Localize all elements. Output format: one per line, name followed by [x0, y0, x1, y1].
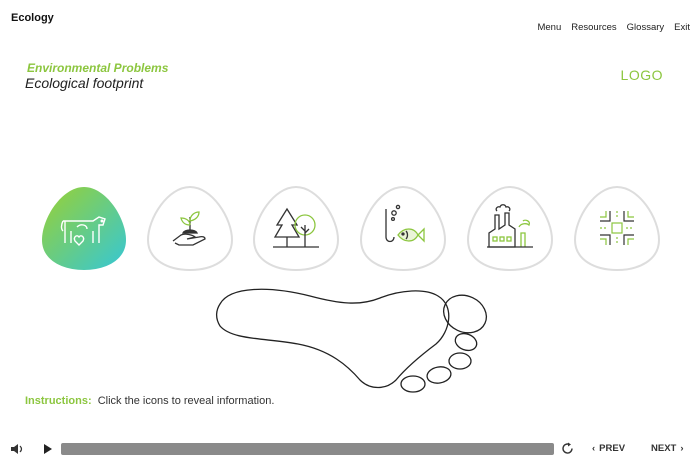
- next-button[interactable]: NEXT ›: [651, 443, 684, 454]
- glossary-link[interactable]: Glossary: [627, 22, 664, 33]
- plant-button[interactable]: [146, 184, 234, 272]
- fishing-icon: [385, 204, 425, 243]
- player-bar: ‹ PREV NEXT ›: [0, 438, 700, 460]
- section-subtitle: Environmental Problems: [27, 61, 169, 75]
- roads-button[interactable]: [573, 184, 661, 272]
- next-label: NEXT: [651, 443, 677, 454]
- instructions-text: Click the icons to reveal information.: [97, 395, 275, 407]
- plant-in-hand-icon: [172, 211, 206, 246]
- prev-button[interactable]: ‹ PREV: [592, 443, 625, 454]
- play-icon[interactable]: [43, 443, 53, 455]
- top-nav: Menu Resources Glossary Exit: [537, 22, 690, 33]
- progress-bar[interactable]: [61, 443, 554, 455]
- menu-link[interactable]: Menu: [537, 22, 561, 33]
- forest-icon: [273, 207, 319, 248]
- instructions: Instructions: Click the icons to reveal …: [25, 395, 274, 407]
- livestock-icon: [60, 216, 106, 246]
- fishing-button[interactable]: [359, 184, 447, 272]
- road-intersection-icon: [600, 211, 634, 245]
- factory-button[interactable]: [466, 184, 554, 272]
- course-title: Ecology: [11, 12, 54, 24]
- resources-link[interactable]: Resources: [571, 22, 616, 33]
- page-title: Ecological footprint: [25, 75, 144, 91]
- forest-button[interactable]: [252, 184, 340, 272]
- logo: LOGO: [620, 67, 663, 83]
- instructions-label: Instructions:: [25, 395, 92, 407]
- exit-link[interactable]: Exit: [674, 22, 690, 33]
- speaker-icon[interactable]: [10, 443, 24, 455]
- replay-icon[interactable]: [561, 442, 574, 455]
- chevron-left-icon: ‹: [592, 443, 596, 454]
- livestock-button[interactable]: [40, 184, 128, 272]
- footprint-outline: [215, 288, 487, 393]
- factory-icon: [487, 204, 533, 248]
- prev-label: PREV: [599, 443, 626, 454]
- chevron-right-icon: ›: [680, 443, 684, 454]
